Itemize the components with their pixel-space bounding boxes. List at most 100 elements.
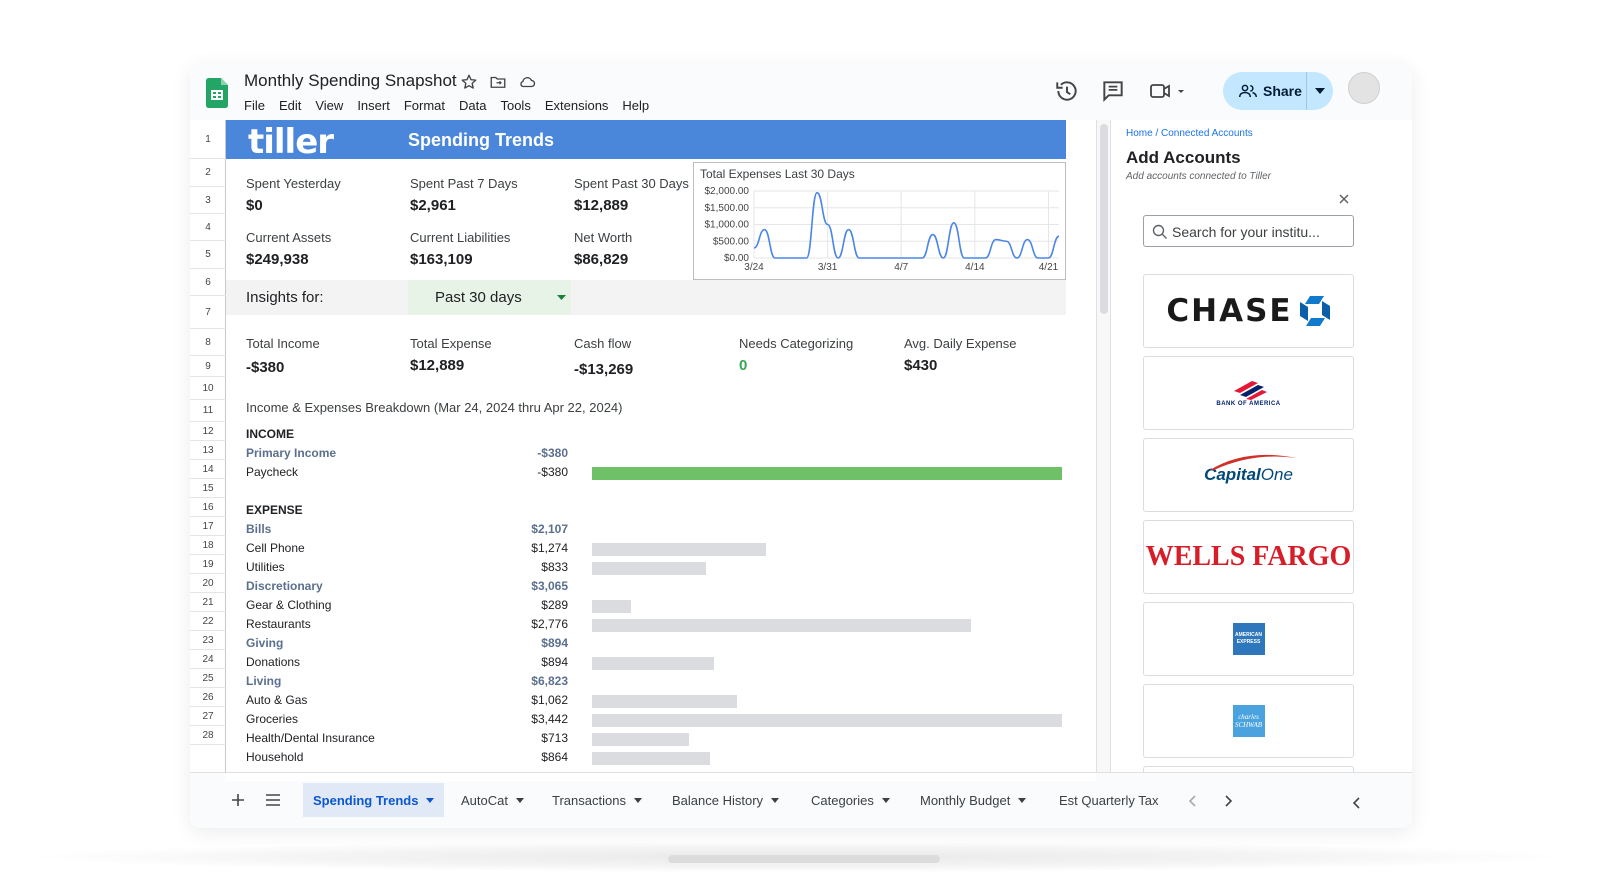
tab-label: Monthly Budget (920, 792, 1011, 808)
tab-categories[interactable]: Categories (811, 783, 890, 817)
breakdown-bar (592, 714, 1062, 727)
scroll-thumb[interactable] (1100, 124, 1108, 314)
row-header[interactable]: 16 (190, 498, 226, 517)
row-header[interactable]: 12 (190, 422, 226, 441)
institution-capital-one[interactable]: CapitalOne (1143, 438, 1354, 512)
menu-tools[interactable]: Tools (500, 98, 530, 113)
search-input[interactable] (1172, 222, 1350, 242)
menu-format[interactable]: Format (404, 98, 445, 113)
horizontal-scrollbar[interactable] (226, 773, 1096, 781)
row-header[interactable]: 25 (190, 669, 226, 688)
schwab-wordmark: charles SCHWAB (1234, 713, 1263, 729)
breakdown-value: -$380 (537, 465, 568, 479)
row-header[interactable]: 9 (190, 356, 226, 377)
tab-spending-trends[interactable]: Spending Trends (303, 783, 445, 817)
spent-yesterday-value: $0 (246, 197, 263, 214)
row-header[interactable]: 14 (190, 460, 226, 479)
title-bar: Monthly Spending Snapshot File Edit View… (190, 64, 1412, 120)
institution-chase[interactable]: CHASE (1143, 274, 1354, 348)
row-header[interactable]: 21 (190, 593, 226, 612)
row-header[interactable]: 5 (190, 241, 226, 269)
meet-icon[interactable] (1148, 78, 1188, 104)
sheets-logo-icon[interactable] (206, 78, 228, 108)
row-header[interactable]: 27 (190, 707, 226, 726)
breakdown-value: $894 (541, 655, 568, 669)
assets-value: $249,938 (246, 251, 309, 268)
chase-octagon-icon (1299, 296, 1330, 326)
chevron-left-icon[interactable] (1188, 795, 1198, 807)
row-header[interactable]: 15 (190, 479, 226, 498)
row-header[interactable]: 23 (190, 631, 226, 650)
star-icon[interactable] (460, 73, 478, 91)
row-header[interactable]: 2 (190, 159, 226, 187)
share-button[interactable]: Share (1223, 72, 1333, 110)
tab-est-quarterly-tax[interactable]: Est Quarterly Tax (1059, 783, 1171, 817)
vertical-scrollbar[interactable] (1096, 120, 1110, 772)
breakdown-label: Health/Dental Insurance (246, 731, 375, 745)
version-history-icon[interactable] (1054, 78, 1080, 104)
row-header[interactable]: 8 (190, 329, 226, 356)
total-income-label: Total Income (246, 336, 320, 351)
row-header[interactable]: 11 (190, 400, 226, 422)
share-dropdown[interactable] (1307, 72, 1333, 110)
chevron-right-icon[interactable] (1223, 795, 1233, 807)
tab-transactions[interactable]: Transactions (552, 783, 642, 817)
row-header[interactable]: 17 (190, 517, 226, 536)
breakdown-value: $289 (541, 598, 568, 612)
institution-charles-schwab[interactable]: charles SCHWAB (1143, 684, 1354, 758)
add-sheet-icon[interactable] (231, 793, 245, 807)
menu-data[interactable]: Data (459, 98, 486, 113)
comments-icon[interactable] (1100, 78, 1126, 104)
add-accounts-panel: Home / Connected Accounts Add Accounts A… (1110, 120, 1412, 776)
breadcrumb[interactable]: Home / Connected Accounts (1126, 128, 1253, 139)
expenses-chart[interactable]: Total Expenses Last 30 Days $2,000.00 $1,… (693, 162, 1066, 280)
boa-wordmark: BANK OF AMERICA (1216, 401, 1281, 407)
menu-extensions[interactable]: Extensions (545, 98, 609, 113)
institution-american-express[interactable]: AMERICAN EXPRESS (1143, 602, 1354, 676)
move-folder-icon[interactable] (489, 73, 507, 91)
row-header[interactable]: 10 (190, 377, 226, 400)
breakdown-label: Primary Income (246, 446, 337, 460)
all-sheets-icon[interactable] (265, 793, 281, 807)
menu-view[interactable]: View (315, 98, 343, 113)
breakdown-label: Gear & Clothing (246, 598, 332, 612)
breakdown-value: $6,823 (531, 674, 568, 688)
row-header[interactable]: 7 (190, 296, 226, 329)
row-header[interactable]: 19 (190, 555, 226, 574)
institution-bank-of-america[interactable]: BANK OF AMERICA (1143, 356, 1354, 430)
breakdown-value: $713 (541, 731, 568, 745)
row-header[interactable]: 24 (190, 650, 226, 669)
row-header[interactable]: 1 (190, 120, 226, 159)
share-main[interactable]: Share (1223, 72, 1306, 110)
row-header[interactable]: 3 (190, 187, 226, 214)
document-title[interactable]: Monthly Spending Snapshot (244, 71, 457, 91)
row-header[interactable]: 26 (190, 688, 226, 707)
menu-help[interactable]: Help (622, 98, 649, 113)
sheet-grid[interactable]: tiller Spending Trends Spent Yesterday $… (226, 120, 1066, 772)
row-header[interactable]: 6 (190, 269, 226, 296)
row-header[interactable]: 4 (190, 214, 226, 241)
menu-file[interactable]: File (244, 98, 265, 113)
row-header[interactable]: 22 (190, 612, 226, 631)
row-header[interactable]: 28 (190, 726, 226, 745)
breakdown-value: $3,065 (531, 579, 568, 593)
menu-edit[interactable]: Edit (279, 98, 301, 113)
collapse-panel-icon[interactable] (1352, 797, 1362, 809)
tab-monthly-budget[interactable]: Monthly Budget (920, 783, 1027, 817)
row-header[interactable]: 20 (190, 574, 226, 593)
y-tick-label: $500.00 (713, 236, 750, 247)
tab-label: Est Quarterly Tax (1059, 792, 1159, 808)
row-header[interactable]: 18 (190, 536, 226, 555)
period-select[interactable]: Past 30 days (408, 280, 571, 315)
avatar[interactable] (1348, 72, 1380, 104)
institution-wells-fargo[interactable]: WELLS FARGO (1143, 520, 1354, 594)
row-header[interactable]: 13 (190, 441, 226, 460)
close-icon[interactable] (1337, 192, 1351, 206)
row-headers: 1 2 3 4 5 6 7 8 9 10 11 12 13 14 15 16 17 18 19 20 21 22 23 24 2… (190, 120, 226, 772)
breakdown-value: $833 (541, 560, 568, 574)
cloud-status-icon[interactable] (518, 73, 536, 91)
needs-categorizing-value[interactable]: 0 (739, 357, 747, 374)
menu-insert[interactable]: Insert (357, 98, 390, 113)
tab-balance-history[interactable]: Balance History (672, 783, 780, 817)
tab-autocat[interactable]: AutoCat (461, 783, 524, 817)
